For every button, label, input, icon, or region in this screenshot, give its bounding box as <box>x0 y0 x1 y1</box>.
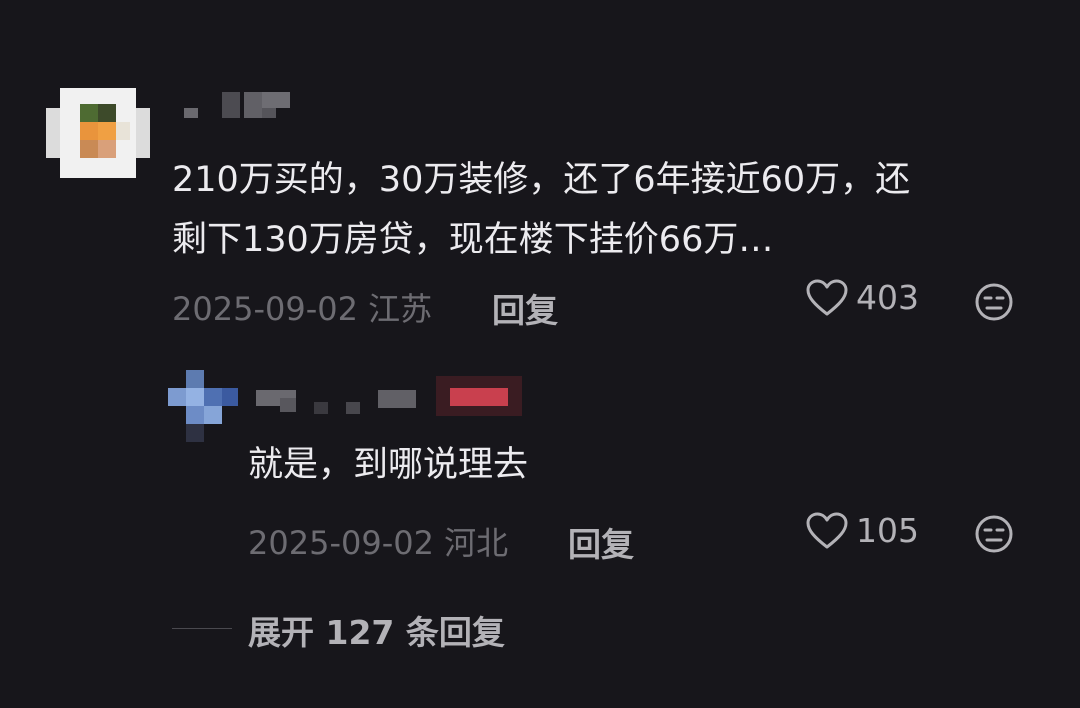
reply-text: 就是，到哪说理去 <box>248 445 529 485</box>
comment-text-line-1: 210万买的，30万装修，还了6年接近60万，还 <box>172 160 911 200</box>
reply-location: 河北 <box>444 524 509 562</box>
expand-replies-button[interactable]: 展开 127 条回复 <box>248 606 505 654</box>
comment-like-count: 403 <box>856 278 919 317</box>
frown-face-icon[interactable] <box>974 282 1014 322</box>
reply-like-count: 105 <box>856 511 919 550</box>
comment-date-location: 2025-09-02 江苏 <box>172 284 432 330</box>
comment-thread: 210万买的，30万装修，还了6年接近60万，还 剩下130万房贷，现在楼下挂价6… <box>0 0 1080 708</box>
comment-text: 210万买的，30万装修，还了6年接近60万，还 剩下130万房贷，现在楼下挂价6… <box>172 150 1032 270</box>
commenter-username[interactable] <box>184 90 294 120</box>
reply-reply-button[interactable]: 回复 <box>568 518 634 566</box>
frown-face-icon[interactable] <box>974 514 1014 554</box>
comment-location: 江苏 <box>368 290 433 328</box>
comment-text-line-2: 剩下130万房贷，现在楼下挂价66万… <box>172 220 774 260</box>
comment-date: 2025-09-02 <box>172 290 358 328</box>
comment-like-button[interactable]: 403 <box>806 278 919 317</box>
commenter-avatar[interactable] <box>46 88 150 178</box>
reply-like-button[interactable]: 105 <box>806 511 919 550</box>
reply-date-location: 2025-09-02 河北 <box>248 518 508 564</box>
heart-outline-icon <box>806 279 848 315</box>
expand-divider <box>172 628 232 629</box>
replier-avatar[interactable] <box>168 370 240 442</box>
replier-username[interactable] <box>256 376 526 416</box>
comment-reply-button[interactable]: 回复 <box>492 284 558 332</box>
heart-outline-icon <box>806 512 848 548</box>
reply-date: 2025-09-02 <box>248 524 434 562</box>
